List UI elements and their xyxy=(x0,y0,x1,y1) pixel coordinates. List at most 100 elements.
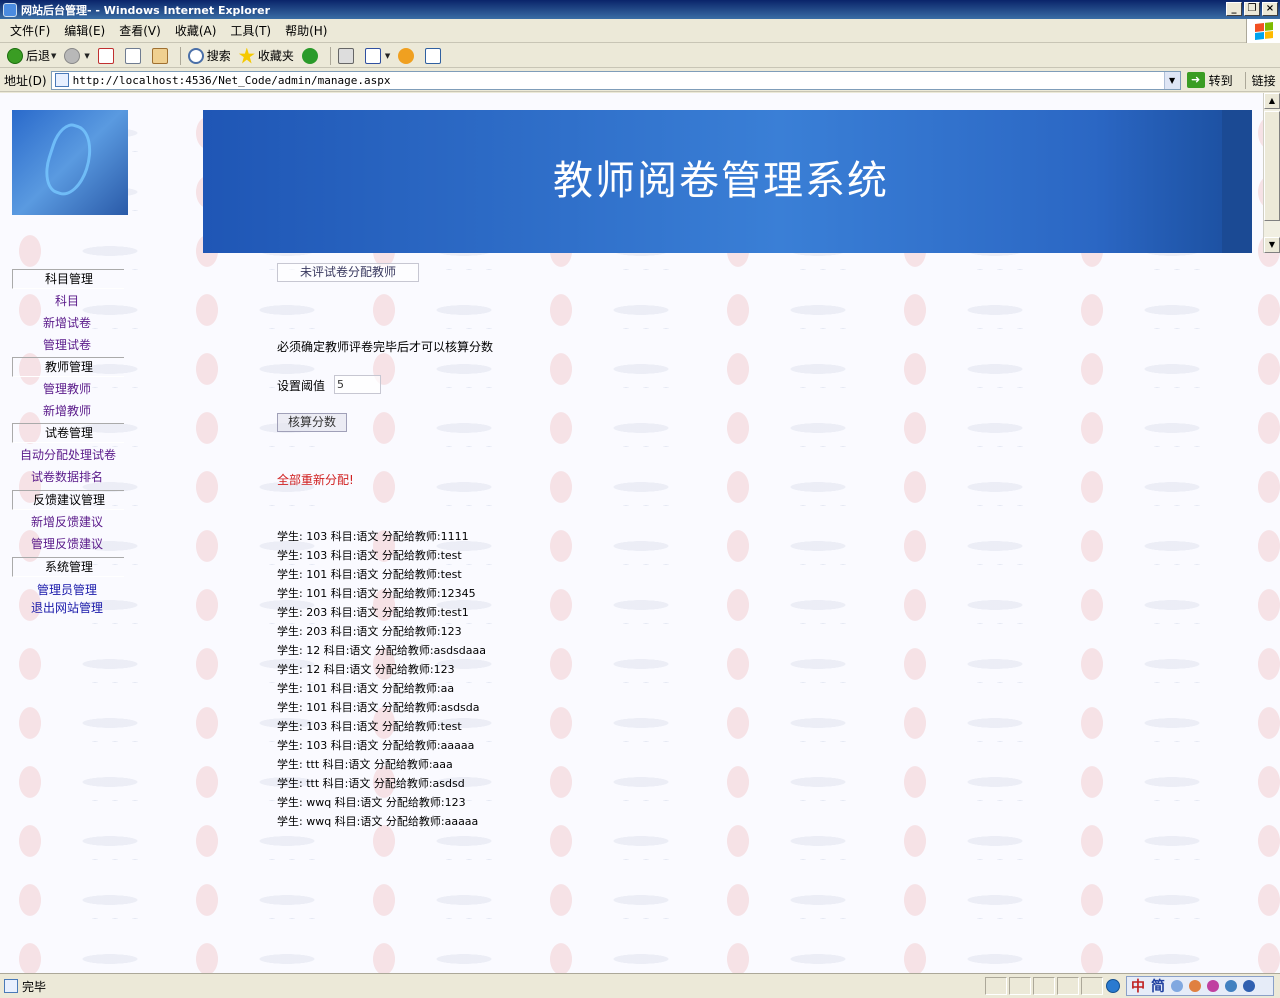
ime-punct-icon[interactable] xyxy=(1171,980,1183,992)
menu-edit[interactable]: 编辑(E) xyxy=(58,22,111,39)
sidebar-section-papers[interactable]: 试卷管理 xyxy=(12,423,124,443)
word-icon xyxy=(364,47,381,64)
search-button[interactable]: 搜索 xyxy=(185,46,234,66)
address-url[interactable]: http://localhost:4536/Net_Code/admin/man… xyxy=(73,74,391,87)
links-button[interactable]: 链接 xyxy=(1244,71,1276,89)
scroll-down-icon[interactable]: ▼ xyxy=(1264,237,1280,253)
chevron-down-icon[interactable]: ▼ xyxy=(51,52,56,60)
menu-help[interactable]: 帮助(H) xyxy=(279,22,333,39)
list-item: 学生: 103 科目:语文 分配给教师:test xyxy=(277,549,462,562)
ime-help-icon[interactable] xyxy=(1243,980,1255,992)
page-done-icon xyxy=(4,979,18,993)
list-item: 学生: 101 科目:语文 分配给教师:asdsda xyxy=(277,701,480,714)
edit-button[interactable]: ▼ xyxy=(362,46,393,66)
calculate-scores-button[interactable]: 核算分数 xyxy=(277,413,347,432)
page-icon xyxy=(54,73,69,87)
sidebar-item-manage-papers[interactable]: 管理试卷 xyxy=(43,336,91,353)
go-label: 转到 xyxy=(1208,73,1233,88)
home-button[interactable] xyxy=(149,46,174,66)
ime-toolbar[interactable]: 中 简 xyxy=(1126,976,1274,996)
chevron-down-icon[interactable]: ▼ xyxy=(84,52,89,60)
sidebar-section-subjects[interactable]: 科目管理 xyxy=(12,269,124,289)
list-item: 学生: 103 科目:语文 分配给教师:1111 xyxy=(277,530,469,543)
list-item: 学生: 103 科目:语文 分配给教师:aaaaa xyxy=(277,739,475,752)
address-label: 地址(D) xyxy=(4,73,47,88)
media-icon xyxy=(301,47,318,64)
ime-width-icon[interactable] xyxy=(1189,980,1201,992)
sidebar-item-manage-feedback[interactable]: 管理反馈建议 xyxy=(31,535,103,552)
reassign-all-link[interactable]: 全部重新分配! xyxy=(277,471,354,488)
status-bar: 完毕 中 简 xyxy=(0,973,1280,998)
sidebar-item-add-feedback[interactable]: 新增反馈建议 xyxy=(31,513,103,530)
chevron-down-icon[interactable]: ▼ xyxy=(385,52,390,60)
sidebar-section-teachers[interactable]: 教师管理 xyxy=(12,357,124,377)
sidebar-item-admins[interactable]: 管理员管理 xyxy=(37,581,97,598)
go-button[interactable]: ➜ 转到 xyxy=(1186,72,1233,89)
ime-tools-icon[interactable] xyxy=(1225,980,1237,992)
ime-chinese-icon[interactable]: 中 xyxy=(1131,976,1145,996)
stop-icon xyxy=(97,47,114,64)
print-button[interactable] xyxy=(335,46,360,66)
menu-view[interactable]: 查看(V) xyxy=(113,22,167,39)
stop-button[interactable] xyxy=(95,46,120,66)
page-viewport: ▲ ▼ 教师阅卷管理系统 科目管理 科目 新增试卷 管理试卷 教师管理 管理教师… xyxy=(0,93,1280,973)
minimize-button[interactable]: _ xyxy=(1226,2,1242,16)
back-arrow-icon xyxy=(7,47,23,64)
list-item: 学生: 101 科目:语文 分配给教师:test xyxy=(277,568,462,581)
menu-bar: 文件(F) 编辑(E) 查看(V) 收藏(A) 工具(T) 帮助(H) xyxy=(0,19,1280,43)
sidebar-item-auto-assign[interactable]: 自动分配处理试卷 xyxy=(20,446,116,463)
status-panes xyxy=(985,977,1105,995)
list-item: 学生: 203 科目:语文 分配给教师:test1 xyxy=(277,606,469,619)
chevron-down-icon[interactable]: ▼ xyxy=(1163,71,1180,89)
media-button[interactable] xyxy=(299,46,324,66)
sidebar-item-ranking[interactable]: 试卷数据排名 xyxy=(31,468,103,485)
go-arrow-icon: ➜ xyxy=(1186,72,1205,88)
vertical-scrollbar[interactable]: ▲ ▼ xyxy=(1263,93,1280,253)
search-label: 搜索 xyxy=(206,49,231,63)
calc-note: 必须确定教师评卷完毕后才可以核算分数 xyxy=(277,340,494,354)
ime-keyboard-icon[interactable] xyxy=(1207,980,1219,992)
sidebar-section-feedback[interactable]: 反馈建议管理 xyxy=(12,490,124,510)
assign-papers-button[interactable]: 未评试卷分配教师 xyxy=(277,263,419,282)
threshold-label: 设置阈值 xyxy=(277,379,326,393)
menu-file[interactable]: 文件(F) xyxy=(4,22,56,39)
menu-tools[interactable]: 工具(T) xyxy=(224,22,277,39)
messenger-button[interactable] xyxy=(395,46,420,66)
search-icon xyxy=(187,47,204,64)
list-item: 学生: ttt 科目:语文 分配给教师:asdsd xyxy=(277,777,465,790)
close-button[interactable]: × xyxy=(1262,2,1278,16)
ime-simplified-icon[interactable]: 简 xyxy=(1151,976,1165,996)
windows-logo-icon xyxy=(1246,19,1280,43)
site-logo xyxy=(12,110,128,215)
forward-button[interactable]: ▼ xyxy=(61,46,92,66)
sidebar-item-logout[interactable]: 退出网站管理 xyxy=(31,599,103,616)
sidebar-item-subject[interactable]: 科目 xyxy=(55,292,79,309)
favorites-label: 收藏夹 xyxy=(257,49,294,63)
ie-icon xyxy=(3,2,17,17)
favorites-button[interactable]: 收藏夹 xyxy=(236,46,297,66)
back-button[interactable]: 后退 ▼ xyxy=(4,46,59,66)
scroll-up-icon[interactable]: ▲ xyxy=(1264,93,1280,109)
scroll-thumb[interactable] xyxy=(1264,111,1280,221)
sidebar-item-add-paper[interactable]: 新增试卷 xyxy=(43,314,91,331)
discuss-button[interactable] xyxy=(422,46,447,66)
toolbar-divider xyxy=(329,46,331,65)
address-input[interactable]: http://localhost:4536/Net_Code/admin/man… xyxy=(50,70,1181,90)
internet-zone-icon xyxy=(1106,979,1120,993)
list-item: 学生: 12 科目:语文 分配给教师:123 xyxy=(277,663,455,676)
assignment-list: 学生: 103 科目:语文 分配给教师:1111 学生: 103 科目:语文 分… xyxy=(277,527,486,831)
list-item: 学生: 203 科目:语文 分配给教师:123 xyxy=(277,625,462,638)
sidebar-item-add-teacher[interactable]: 新增教师 xyxy=(43,402,91,419)
restore-button[interactable]: ❐ xyxy=(1244,2,1260,16)
sidebar-section-system[interactable]: 系统管理 xyxy=(12,557,124,577)
toolbar: 后退 ▼ ▼ 搜索 收藏夹 ▼ xyxy=(0,44,1280,68)
forward-arrow-icon xyxy=(64,47,81,64)
refresh-button[interactable] xyxy=(122,46,147,66)
toolbar-divider xyxy=(179,46,181,65)
list-item: 学生: 101 科目:语文 分配给教师:12345 xyxy=(277,587,476,600)
threshold-input[interactable]: 5 xyxy=(334,375,381,394)
back-label: 后退 xyxy=(26,49,51,63)
sidebar-item-manage-teachers[interactable]: 管理教师 xyxy=(43,380,91,397)
printer-icon xyxy=(337,47,354,64)
menu-favorites[interactable]: 收藏(A) xyxy=(169,22,223,39)
